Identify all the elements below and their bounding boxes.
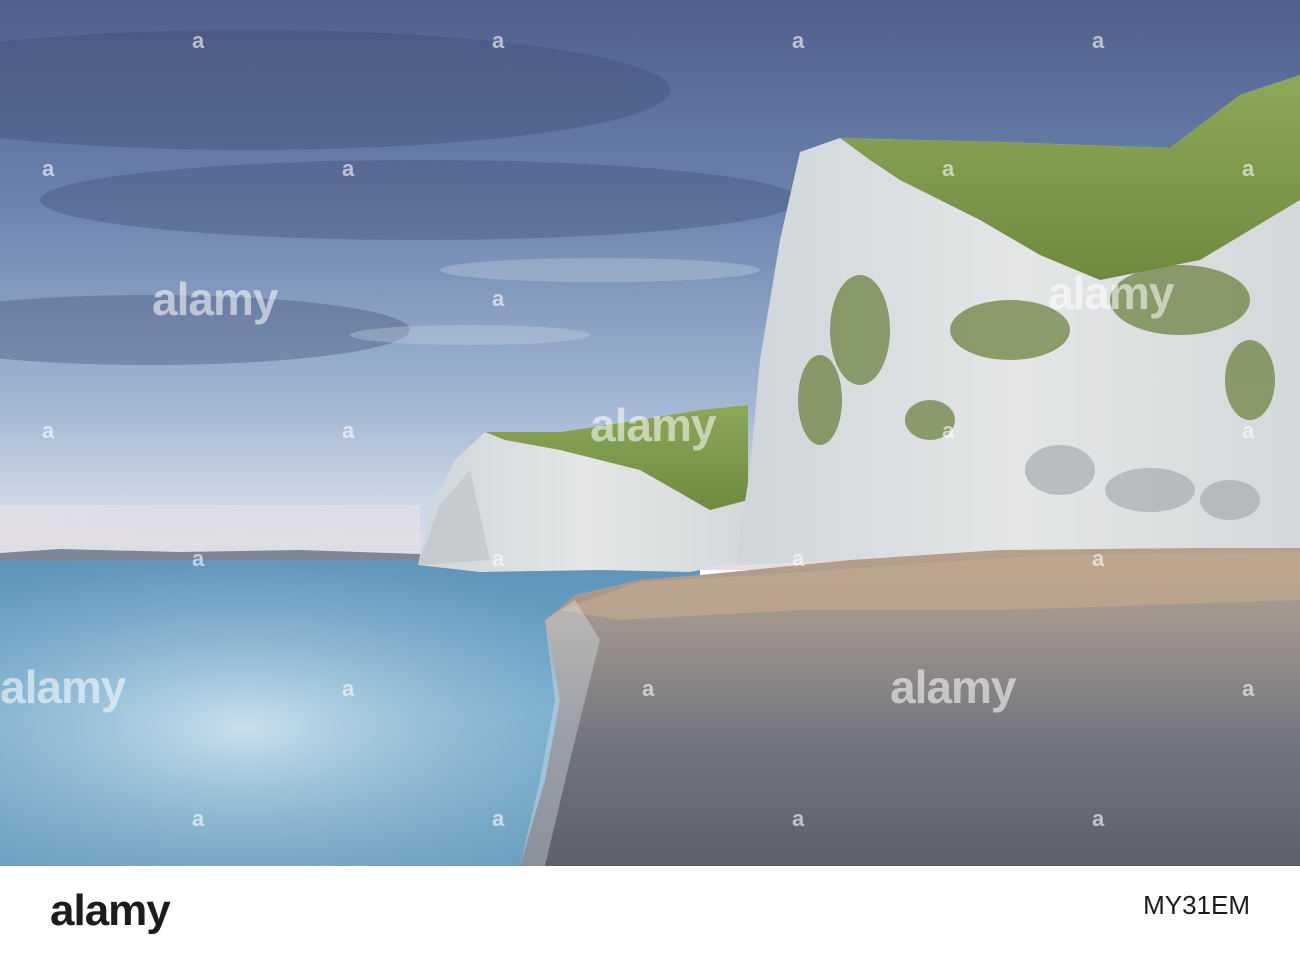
alamy-a-icon: a <box>1242 156 1255 181</box>
stock-photo-page: alamy alamy alamy alamy alamy a a a a a … <box>0 0 1300 956</box>
alamy-a-icon: a <box>792 806 805 831</box>
alamy-a-icon: a <box>342 418 355 443</box>
alamy-a-icon: a <box>1242 676 1255 701</box>
image-id: MY31EM <box>1143 890 1250 920</box>
alamy-a-icon: a <box>942 156 955 181</box>
alamy-a-icon: a <box>42 418 55 443</box>
watermark: alamy <box>0 661 126 713</box>
alamy-a-icon: a <box>192 546 205 571</box>
alamy-a-icon: a <box>642 676 655 701</box>
alamy-a-icon: a <box>192 28 205 53</box>
alamy-a-icon: a <box>342 156 355 181</box>
alamy-logo: alamy <box>50 886 171 935</box>
alamy-a-icon: a <box>492 28 505 53</box>
alamy-a-icon: a <box>42 156 55 181</box>
footer-bar: alamy MY31EM <box>0 866 1300 956</box>
alamy-a-icon: a <box>342 676 355 701</box>
alamy-a-icon: a <box>1242 418 1255 443</box>
watermark: alamy <box>1048 267 1174 319</box>
alamy-a-icon: a <box>792 28 805 53</box>
watermark: alamy <box>590 399 716 451</box>
alamy-a-icon: a <box>1092 546 1105 571</box>
alamy-a-icon: a <box>192 806 205 831</box>
watermark: alamy <box>152 273 278 325</box>
alamy-a-icon: a <box>1092 806 1105 831</box>
alamy-a-icon: a <box>492 806 505 831</box>
coastal-cliffs-photo: alamy alamy alamy alamy alamy a a a a a … <box>0 0 1300 866</box>
alamy-a-icon: a <box>492 546 505 571</box>
alamy-a-icon: a <box>792 546 805 571</box>
alamy-a-icon: a <box>492 286 505 311</box>
alamy-a-icon: a <box>1092 28 1105 53</box>
alamy-a-icon: a <box>942 418 955 443</box>
watermark: alamy <box>890 661 1016 713</box>
